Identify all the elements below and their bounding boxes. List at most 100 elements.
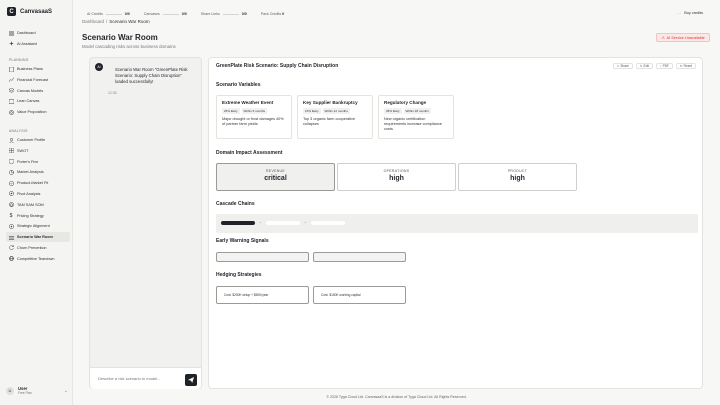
credit-count: 0/0 — [181, 12, 187, 16]
variable-card[interactable]: Key Supplier Bankruptcy 15% likely Withi… — [297, 95, 373, 139]
hedge-card[interactable]: Cost: $200K setup + $50K/year — [216, 286, 309, 304]
scenario-panel: GreenPlate Risk Scenario: Supply Chain D… — [208, 57, 703, 389]
warning-signal[interactable] — [216, 252, 309, 262]
impact-card[interactable]: Operations high — [337, 163, 456, 191]
edit-button[interactable]: ✎ Edit — [635, 63, 654, 69]
sidebar-item-dashboard[interactable]: Dashboard — [6, 28, 70, 38]
warning-signal[interactable] — [313, 252, 406, 262]
likelihood-badge: 15% likely — [303, 108, 321, 114]
compass-icon — [8, 191, 14, 197]
more-icon[interactable]: ··· — [677, 11, 681, 16]
sidebar-item-tam-sam-som[interactable]: TAM SAM SOM — [6, 200, 70, 210]
impact-card[interactable]: Revenue critical — [216, 163, 335, 191]
likelihood-badge: 25% likely — [222, 108, 240, 114]
sidebar-item-pricing-strategy[interactable]: $ Pricing Strategy — [6, 211, 70, 221]
sidebar-item-ai-assistant[interactable]: AI Assistant — [6, 39, 70, 49]
sidebar-item-canvas-models[interactable]: Canvas Models — [6, 86, 70, 96]
variable-card[interactable]: Regulatory Change 35% likely Within 18 m… — [378, 95, 454, 139]
credit-progress — [222, 13, 239, 15]
globe-icon — [8, 256, 14, 262]
send-button[interactable] — [185, 374, 197, 386]
chat-input[interactable] — [98, 376, 176, 381]
credit-count: 0/0 — [124, 12, 130, 16]
chat-timestamp: 12:35 — [108, 91, 117, 95]
section-title: Domain Impact Assessment — [216, 150, 283, 156]
stack-icon — [8, 234, 14, 240]
bot-avatar: AI — [95, 63, 103, 71]
nav-top: Dashboard AI Assistant — [6, 28, 70, 50]
share-button[interactable]: ⇪ Share — [612, 63, 633, 69]
impact-card[interactable]: Product high — [458, 163, 577, 191]
document-icon — [8, 66, 14, 72]
sidebar-item-label: Customer Profile — [17, 138, 46, 142]
tool-label: Share — [620, 64, 629, 68]
sidebar: C CanvasaaS Dashboard AI Assistant Plann… — [0, 0, 73, 405]
sidebar-item-value-proposition[interactable]: Value Proposition — [6, 107, 70, 117]
target-icon — [8, 223, 14, 229]
target-icon — [8, 109, 14, 115]
refresh-icon: ↻ — [680, 64, 683, 68]
chat-composer — [90, 367, 201, 389]
timeframe-badge: Within 6 months — [241, 108, 268, 114]
arrow-icon: → — [258, 219, 262, 224]
credit-share-links: Share Links 0/0 — [201, 12, 247, 16]
sidebar-item-business-plans[interactable]: Business Plans — [6, 64, 70, 74]
cascade-chain[interactable]: → → — [216, 214, 698, 233]
sidebar-item-label: Dashboard — [17, 31, 36, 35]
user-menu[interactable]: U User Free Plan ⌄ — [6, 386, 68, 395]
sidebar-item-customer-profile[interactable]: Customer Profile — [6, 135, 70, 145]
reset-button[interactable]: ↻ Reset — [676, 63, 696, 69]
avatar: U — [6, 386, 14, 395]
pencil-icon: ✎ — [639, 64, 643, 68]
breadcrumb-dashboard[interactable]: Dashboard — [82, 19, 104, 24]
canvas-icon — [8, 98, 14, 104]
sidebar-item-lean-canvas[interactable]: Lean Canvas — [6, 96, 70, 106]
hedge-card[interactable]: Cost: $150K working capital — [313, 286, 406, 304]
timeframe-badge: Within 12 months — [322, 108, 350, 114]
scenario-title: GreenPlate Risk Scenario: Supply Chain D… — [216, 63, 339, 69]
variable-name: Regulatory Change — [384, 100, 427, 105]
breadcrumb-separator: / — [106, 19, 108, 24]
cascade-step — [266, 221, 300, 225]
chevron-down-icon: ⌄ — [63, 387, 68, 394]
section-label: Planning — [9, 58, 29, 62]
sparkle-icon — [8, 41, 14, 47]
sidebar-item-swot[interactable]: SWOT — [6, 146, 70, 156]
grid-icon — [8, 148, 14, 154]
sidebar-item-market-analysis[interactable]: Market Analysis — [6, 167, 70, 177]
sidebar-item-competitive-teardown[interactable]: Competitive Teardown — [6, 254, 70, 264]
sidebar-item-label: SWOT — [17, 148, 29, 153]
sidebar-item-financial-forecast[interactable]: Financial Forecast — [6, 75, 70, 85]
cascade-step — [221, 221, 255, 225]
sidebar-item-porters-five[interactable]: Porter's Five — [6, 157, 70, 167]
sidebar-item-pivot-analysis[interactable]: Pivot Analysis — [6, 189, 70, 199]
sidebar-item-label: Scenario War Room — [17, 235, 53, 240]
sidebar-item-scenario-war-room[interactable]: Scenario War Room — [6, 232, 70, 243]
variable-card[interactable]: Extreme Weather Event 25% likely Within … — [216, 95, 292, 139]
variable-description: Major drought or frost damages 40% of pa… — [222, 117, 284, 126]
sidebar-item-product-market-fit[interactable]: Product-Market Fit — [6, 178, 70, 188]
credit-label: AI Credits — [87, 12, 103, 16]
toolbar: ⇪ Share ✎ Edit ↓ PDF ↻ Reset — [612, 63, 696, 69]
variable-tags: 35% likely Within 18 months — [384, 108, 448, 114]
credit-canvases: Canvases 0/0 — [144, 12, 187, 16]
section-title: Cascade Chains — [216, 201, 255, 207]
timeframe-badge: Within 18 months — [403, 108, 431, 114]
impact-level: high — [389, 175, 404, 182]
pdf-button[interactable]: ↓ PDF — [656, 63, 673, 69]
chat-message: Scenario War Room "GreenPlate Risk Scena… — [115, 67, 188, 84]
credit-count: 0 — [282, 12, 285, 16]
sidebar-item-strategic-alignment[interactable]: Strategic Alignment — [6, 221, 70, 231]
sidebar-item-label: TAM SAM SOM — [17, 202, 44, 207]
buy-credits-button[interactable]: Buy credits — [684, 11, 703, 15]
sidebar-item-churn-prevention[interactable]: Churn Prevention — [6, 243, 70, 253]
tool-label: PDF — [662, 64, 669, 68]
variable-name: Extreme Weather Event — [222, 100, 274, 105]
pie-icon — [8, 169, 14, 175]
page-subtitle: Model cascading risks across business do… — [82, 44, 176, 49]
section-title: Early Warning Signals — [216, 238, 269, 244]
section-label: Analysis — [9, 129, 28, 133]
variable-name: Key Supplier Bankruptcy — [303, 100, 358, 105]
brand[interactable]: C CanvasaaS — [7, 7, 52, 16]
credit-ai: AI Credits 0/0 — [87, 12, 130, 16]
